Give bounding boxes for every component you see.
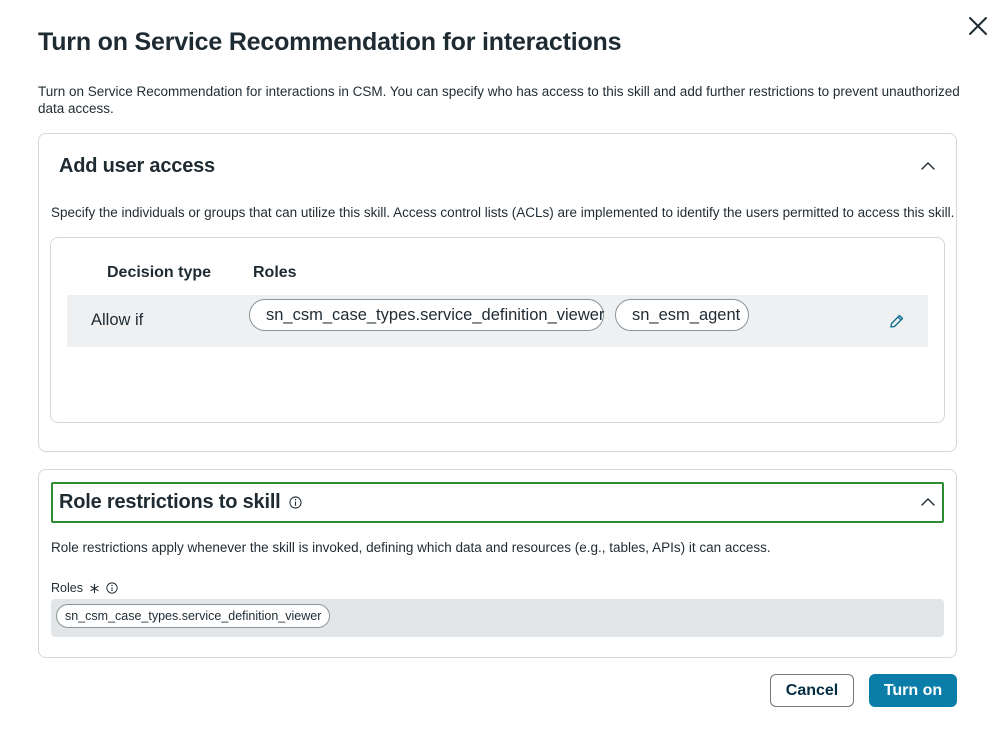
role-restrictions-panel: Role restrictions to skill Role restrict… (38, 469, 957, 658)
access-rules-card: Decision type Roles Allow if sn_csm_case… (50, 237, 945, 423)
role-pill: sn_csm_case_types.service_definition_vie… (249, 299, 604, 331)
roles-header: Roles (253, 264, 297, 281)
turn-on-button[interactable]: Turn on (869, 674, 957, 707)
user-access-title: Add user access (59, 155, 215, 177)
info-icon[interactable] (106, 582, 118, 594)
cancel-button[interactable]: Cancel (770, 674, 854, 707)
role-restrictions-description: Role restrictions apply whenever the ski… (51, 540, 771, 555)
dialog-description: Turn on Service Recommendation for inter… (38, 84, 960, 116)
close-icon (969, 17, 987, 35)
role-chip: sn_csm_case_types.service_definition_vie… (56, 604, 331, 628)
user-access-panel: Add user access Specify the individuals … (38, 133, 957, 452)
chevron-up-icon (921, 498, 935, 506)
decision-type-header: Decision type (107, 264, 212, 281)
role-restrictions-title: Role restrictions to skill (59, 491, 281, 513)
roles-input[interactable]: sn_csm_case_types.service_definition_vie… (51, 599, 944, 637)
edit-rule-button[interactable] (887, 311, 907, 331)
chevron-up-icon (921, 162, 935, 170)
roles-label: Roles (51, 581, 83, 595)
role-restrictions-heading: Role restrictions to skill (59, 491, 302, 514)
pencil-icon (890, 314, 904, 328)
collapse-user-access-button[interactable] (918, 156, 938, 176)
close-button[interactable] (964, 12, 992, 40)
dialog-title: Turn on Service Recommendation for inter… (38, 28, 622, 56)
info-icon[interactable] (288, 496, 302, 509)
roles-field-label: Roles (51, 581, 118, 595)
decision-value: Allow if (91, 311, 144, 329)
required-asterisk-icon (90, 583, 99, 593)
role-pill: sn_esm_agent (615, 299, 749, 331)
user-access-description: Specify the individuals or groups that c… (51, 205, 955, 220)
access-rule-row: Allow if sn_csm_case_types.service_defin… (67, 295, 928, 347)
collapse-role-restrictions-button[interactable] (918, 492, 938, 512)
